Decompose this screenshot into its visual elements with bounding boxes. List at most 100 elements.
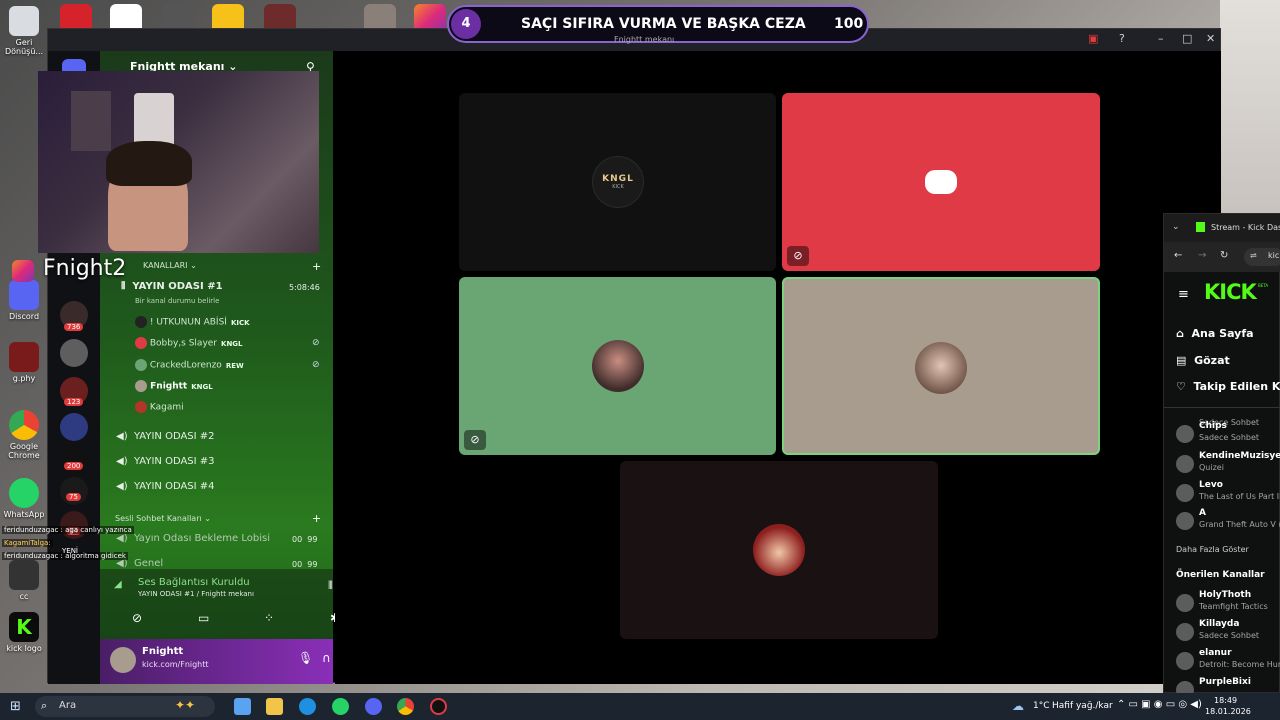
file-explorer-icon[interactable] [266,698,283,715]
windows-start-icon[interactable]: ⊞ [10,699,21,714]
kick-logo[interactable]: KICK [1204,280,1257,304]
discord-taskbar-icon[interactable] [365,698,382,715]
poster [71,91,111,151]
beta-tag: BETA [1258,283,1269,288]
forward-icon[interactable]: → [1198,250,1206,261]
avatar [135,316,147,328]
avatar: KNGL KICK [592,156,644,208]
weather-temp[interactable]: 1°C [1033,701,1050,711]
channel-name: YAYIN ODASI #4 [133,481,215,492]
task-view-icon[interactable] [234,698,251,715]
voice-location[interactable]: YAYIN ODASI #1 / Fnightt mekanı [138,590,254,598]
followed-channel[interactable]: KendineMuzisyen Quizei [1164,451,1280,481]
url-text[interactable]: kic [1268,251,1279,260]
chat-category[interactable]: Sesli Sohbet Kanalları ⌄ [115,514,211,523]
server-icon-2[interactable] [60,339,88,367]
clock-date[interactable]: 18.01.2026 [1205,707,1251,716]
show-more-link[interactable]: Daha Fazla Göster [1176,545,1249,554]
discord-logo-icon [925,170,957,194]
close-button[interactable]: ✕ [1206,32,1215,45]
server-icon-4[interactable] [60,413,88,441]
voice-channel-4[interactable]: ◀) YAYIN ODASI #4 [116,481,215,492]
channel-status[interactable]: Bir kanal durumu belirle [135,297,219,305]
video-tile-anime[interactable]: ⊘ [459,277,776,455]
voice-channel-2[interactable]: ◀) YAYIN ODASI #2 [116,431,215,442]
channel-category: Detroit: Become Hum [1199,660,1280,669]
followed-channel[interactable]: Chips Sadece Sohbet [1164,421,1280,451]
minimize-button[interactable]: – [1158,32,1164,45]
video-tile-kngl[interactable]: KNGL KICK [459,93,776,271]
chrome-label: Google Chrome [8,442,40,460]
obs-taskbar-icon[interactable] [430,698,447,715]
video-tile-discord[interactable]: ⊘ [782,93,1100,271]
browser-tab-strip: ⌄ Stream - Kick Dashb [1164,214,1280,242]
active-voice-channel[interactable]: ⦀ YAYIN ODASI #1 [121,281,223,292]
member-row[interactable]: Bobby,s Slayer KNGL [135,337,243,349]
channel-counts: 00 99 [292,535,317,544]
microphone-icon[interactable]: 🎙 [298,651,313,665]
member-row[interactable]: Fnightt KNGL [135,380,213,392]
tab-search-icon[interactable]: ⌄ [1172,222,1180,232]
followed-channel[interactable]: A Grand Theft Auto V ( [1164,508,1280,538]
site-settings-icon[interactable]: ⇌ [1250,251,1257,260]
inbox-icon[interactable]: ▣ [1088,32,1098,45]
gphy-icon [9,342,39,372]
discord-desktop-icon[interactable]: Discord [0,280,48,321]
avatar [915,342,967,394]
followed-channel[interactable]: Levo The Last of Us Part II [1164,480,1280,510]
chrome-desktop-icon[interactable]: Google Chrome [0,410,48,460]
cc-label: cc [19,592,29,601]
cc-desktop-icon[interactable]: cc [0,560,48,601]
screen-share-icon[interactable]: ▭ [198,611,209,625]
video-tile-speaking[interactable] [782,277,1100,455]
edge-icon[interactable] [299,698,316,715]
mic-muted-icon: ⊘ [787,246,809,266]
maximize-button[interactable]: □ [1182,32,1192,45]
menu-icon[interactable]: ≡ [1178,287,1189,302]
avatar[interactable] [110,647,136,673]
recycle-bin[interactable]: Geri Dönüşü... [0,6,48,56]
camera-off-icon[interactable]: ⊘ [132,611,142,625]
signal-icon: ◢ [114,579,122,590]
recommended-channel[interactable]: Killayda Sadece Sohbet [1164,619,1280,649]
member-row[interactable]: ! UTKUNUN ABİSİ KICK [135,316,250,328]
voice-status[interactable]: Ses Bağlantısı Kuruldu [138,577,250,588]
member-row[interactable]: Kagami [135,401,184,413]
nav-browse[interactable]: ▤ Gözat [1176,354,1230,367]
nav-home[interactable]: ⌂ Ana Sayfa [1176,327,1254,340]
tray-icons[interactable]: ⌃ ▭ ▣ ◉ ▭ ◎ ◀) [1117,699,1202,710]
server-icon-5[interactable] [60,447,88,475]
whatsapp-taskbar-icon[interactable] [332,698,349,715]
username[interactable]: Fnightt [142,646,183,657]
avatar [135,359,147,371]
weather-desc[interactable]: Hafif yağ./kar [1052,701,1113,711]
taskbar-search[interactable]: ⌕ Ara ✦✦ [35,696,215,717]
reload-icon[interactable]: ↻ [1220,250,1228,261]
kick-logo-desktop-icon[interactable]: K kick logo [0,612,48,653]
chat-message: KagamiTalga: [2,539,53,547]
clock-time[interactable]: 18:49 [1214,696,1237,705]
count: 00 [292,560,303,569]
browser-tab-title[interactable]: Stream - Kick Dashb [1211,223,1280,232]
member-row[interactable]: CrackedLorenzo REW [135,359,244,371]
back-icon[interactable]: ← [1174,250,1182,261]
help-icon[interactable]: ? [1119,32,1125,45]
add-channel-icon[interactable]: + [312,260,321,273]
voice-category[interactable]: KANALLARI ⌄ [143,261,197,270]
recommended-channel[interactable]: elanur Detroit: Become Hum [1164,648,1280,678]
chrome-taskbar-icon[interactable] [397,698,414,715]
gphy-desktop-icon[interactable]: g.phy [0,342,48,383]
recommended-channel[interactable]: HolyThoth Teamfight Tactics [1164,590,1280,620]
search-highlight-icon: ✦✦ [175,698,196,712]
activities-icon[interactable]: ⁘ [264,611,274,625]
noise-suppression-icon[interactable]: ⦀ [328,579,333,593]
challenge-banner: 4 SAÇI SIFIRA VURMA VE BAŞKA CEZA 100 Fn… [447,5,869,44]
headphones-icon[interactable]: ∩ [322,651,331,665]
voice-channel-3[interactable]: ◀) YAYIN ODASI #3 [116,456,215,467]
nav-following[interactable]: ♡ Takip Edilen Kan [1176,380,1280,393]
lobby-channel[interactable]: ◀) Yayın Odası Bekleme Lobisi [116,533,270,544]
video-tile-kagami[interactable] [620,461,938,639]
speaker-icon: ◀) [116,533,128,544]
add-channel-icon[interactable]: + [312,512,321,525]
whatsapp-desktop-icon[interactable]: WhatsApp [0,478,48,519]
